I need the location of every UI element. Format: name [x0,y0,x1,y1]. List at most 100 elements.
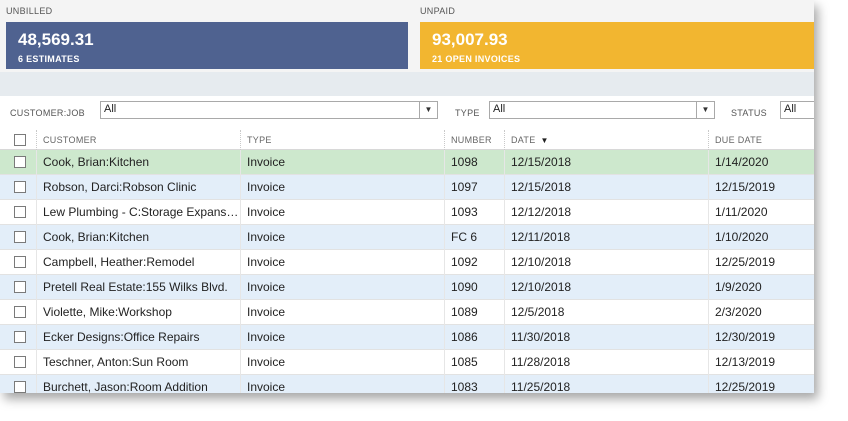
type-label: TYPE [455,108,480,118]
cell-due-date: 12/13/2019 [708,350,814,375]
unbilled-amount: 48,569.31 [18,30,94,49]
row-checkbox[interactable] [14,281,26,293]
table-row[interactable]: Robson, Darci:Robson Clinic Invoice 1097 12… [0,175,814,200]
unbilled-estimates-count: 6 ESTIMATES [18,54,80,64]
cell-date: 12/5/2018 [504,300,708,325]
column-date[interactable]: DATE ▼ [504,130,708,150]
row-checkbox[interactable] [14,306,26,318]
table-row[interactable]: Cook, Brian:Kitchen Invoice FC 6 12/11/2018… [0,225,814,250]
column-date-label: DATE [511,135,536,145]
cell-date: 12/10/2018 [504,275,708,300]
cell-due-date: 1/14/2020 [708,150,814,175]
cell-type: Invoice [240,225,444,250]
sort-descending-icon: ▼ [540,136,549,145]
cell-customer: Ecker Designs:Office Repairs [36,325,240,350]
chevron-down-icon[interactable]: ▼ [696,102,714,118]
table-row[interactable]: Violette, Mike:Workshop Invoice 1089 12/5/2… [0,300,814,325]
table-row[interactable]: Teschner, Anton:Sun Room Invoice 1085 11/28… [0,350,814,375]
cell-type: Invoice [240,325,444,350]
cell-customer: Burchett, Jason:Room Addition [36,375,240,393]
cell-customer: Pretell Real Estate:155 Wilks Blvd. [36,275,240,300]
cell-type: Invoice [240,200,444,225]
table-row[interactable]: Pretell Real Estate:155 Wilks Blvd. Invoi… [0,275,814,300]
status-label: STATUS [731,108,767,118]
column-customer[interactable]: CUSTOMER [36,130,240,150]
income-tracker-window: UNBILLED UNPAID 48,569.31 6 ESTIMATES 93… [0,0,814,393]
table-row[interactable]: Lew Plumbing - C:Storage Expans… Invoice 1… [0,200,814,225]
cell-date: 11/28/2018 [504,350,708,375]
select-all-checkbox[interactable] [14,134,26,146]
cell-date: 11/30/2018 [504,325,708,350]
cell-due-date: 1/11/2020 [708,200,814,225]
cell-type: Invoice [240,250,444,275]
cell-due-date: 12/30/2019 [708,325,814,350]
unpaid-label: UNPAID [420,6,456,16]
table-row[interactable]: Ecker Designs:Office Repairs Invoice 1086 1… [0,325,814,350]
column-due-date[interactable]: DUE DATE [708,130,814,150]
column-number[interactable]: NUMBER [444,130,504,150]
cell-date: 12/15/2018 [504,175,708,200]
cell-customer: Campbell, Heather:Remodel [36,250,240,275]
cell-number: 1086 [444,325,504,350]
table-row[interactable]: Burchett, Jason:Room Addition Invoice 1083… [0,375,814,393]
cell-number: 1089 [444,300,504,325]
cell-date: 12/15/2018 [504,150,708,175]
customer-job-select[interactable]: All ▼ [100,101,438,119]
status-select[interactable]: All [780,101,814,119]
cell-type: Invoice [240,275,444,300]
cell-number: 1085 [444,350,504,375]
cell-number: 1092 [444,250,504,275]
row-checkbox[interactable] [14,381,26,393]
cell-type: Invoice [240,150,444,175]
cell-due-date: 2/3/2020 [708,300,814,325]
cell-customer: Cook, Brian:Kitchen [36,150,240,175]
cell-due-date: 1/10/2020 [708,225,814,250]
row-checkbox[interactable] [14,231,26,243]
cell-number: 1083 [444,375,504,393]
table-row[interactable]: Campbell, Heather:Remodel Invoice 1092 12/1… [0,250,814,275]
cell-due-date: 12/25/2019 [708,250,814,275]
customer-job-value: All [104,103,117,115]
cell-customer: Robson, Darci:Robson Clinic [36,175,240,200]
type-value: All [493,103,506,115]
cell-type: Invoice [240,375,444,393]
column-type[interactable]: TYPE [240,130,444,150]
customer-job-label: CUSTOMER:JOB [10,108,85,118]
cell-number: 1090 [444,275,504,300]
cell-date: 11/25/2018 [504,375,708,393]
cell-customer: Cook, Brian:Kitchen [36,225,240,250]
table-row[interactable]: Cook, Brian:Kitchen Invoice 1098 12/15/2018… [0,150,814,175]
unbilled-block[interactable]: 48,569.31 6 ESTIMATES [6,22,408,69]
cell-date: 12/10/2018 [504,250,708,275]
table-header: CUSTOMER TYPE NUMBER DATE ▼ DUE DATE [0,130,814,150]
row-checkbox[interactable] [14,356,26,368]
cell-type: Invoice [240,350,444,375]
cell-date: 12/12/2018 [504,200,708,225]
row-checkbox[interactable] [14,256,26,268]
row-checkbox[interactable] [14,156,26,168]
cell-number: 1098 [444,150,504,175]
cell-number: FC 6 [444,225,504,250]
unbilled-label: UNBILLED [6,6,53,16]
type-select[interactable]: All ▼ [489,101,715,119]
row-checkbox[interactable] [14,206,26,218]
cell-number: 1097 [444,175,504,200]
row-checkbox[interactable] [14,181,26,193]
filter-row: CUSTOMER:JOB All ▼ TYPE All ▼ STATUS All [0,96,814,130]
cell-customer: Violette, Mike:Workshop [36,300,240,325]
cell-due-date: 12/15/2019 [708,175,814,200]
unpaid-invoices-count: 21 OPEN INVOICES [432,54,521,64]
row-checkbox[interactable] [14,331,26,343]
invoice-table-body: Cook, Brian:Kitchen Invoice 1098 12/15/2018… [0,150,814,393]
cell-customer: Teschner, Anton:Sun Room [36,350,240,375]
status-value: All [784,103,797,115]
cell-due-date: 1/9/2020 [708,275,814,300]
cell-number: 1093 [444,200,504,225]
cell-type: Invoice [240,175,444,200]
cell-customer: Lew Plumbing - C:Storage Expans… [36,200,240,225]
cell-date: 12/11/2018 [504,225,708,250]
unpaid-block[interactable]: 93,007.93 21 OPEN INVOICES [420,22,814,69]
chevron-down-icon[interactable]: ▼ [419,102,437,118]
cell-type: Invoice [240,300,444,325]
cell-due-date: 12/25/2019 [708,375,814,393]
